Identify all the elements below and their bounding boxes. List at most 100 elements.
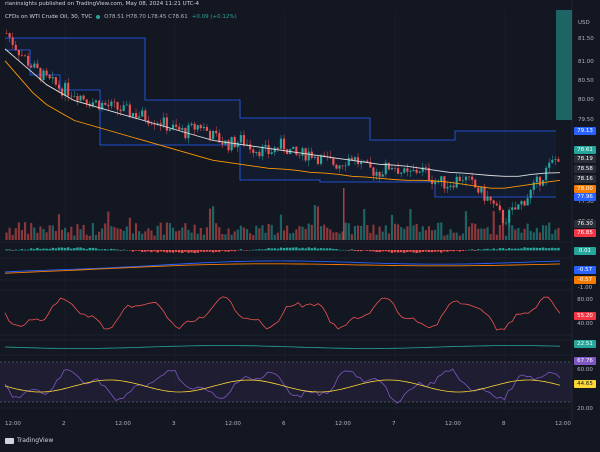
price-tag[interactable]: 77.96 [574,193,596,201]
volume-bar [187,229,190,240]
oscillator-bar [446,250,449,252]
chart-canvas[interactable] [0,0,600,452]
candle-body [242,135,246,146]
volume-bar [17,222,20,240]
oscillator-bar [292,247,295,251]
volume-bar [356,225,360,240]
volume-bar [218,227,221,240]
price-tag[interactable]: 78.16 [574,175,596,183]
oscillator-bar [319,248,323,251]
candle-body [400,172,403,174]
oscillator-bar [329,248,332,251]
oscillator-bar [264,249,267,251]
oscillator-bar [33,249,36,251]
candle-body [252,149,255,153]
candle-body [236,142,239,148]
volume-bar [347,223,350,240]
price-tick-label: 79.50 [578,117,594,123]
volume-bar [381,231,384,240]
price-tag[interactable]: 78.00 [574,185,596,193]
symbol-legend[interactable]: CFDs on WTI Crude Oil, 30, TVC O78.51 H7… [5,14,237,20]
oscillator-bar [489,249,492,251]
candle-body [381,174,384,177]
price-tag[interactable]: 78.61 [574,146,596,154]
volume-bar [363,209,366,240]
oscillator-bar [443,250,446,252]
volume-bar [501,223,505,240]
volume-bar [101,228,104,240]
price-tick-label: 81.00 [578,59,594,65]
volume-bar [159,222,162,240]
oscillator-bar [66,247,70,251]
oscillator-bar [5,249,8,251]
price-tag[interactable]: 78.58 [574,165,596,173]
oscillator-bar [110,248,113,251]
oscillator-bar [73,248,76,251]
oscillator-bar [458,250,462,252]
oscillator-bar [48,248,51,251]
price-tag[interactable]: 79.13 [574,127,596,135]
candle-body [486,196,489,201]
oscillator-bar [162,250,166,252]
candle-body [82,95,85,100]
rsi-band [0,362,572,402]
volume-bar [464,211,468,240]
volume-bar [409,209,412,240]
volume-bar [406,226,409,240]
volume-bar [421,226,424,240]
candle-body [181,128,184,130]
oscillator-bar [190,250,193,253]
candle-body [338,165,341,169]
volume-bar [57,214,61,240]
candle-body [64,82,67,96]
candle-body [363,160,366,162]
candle-body [375,171,378,176]
oscillator-bar [221,250,224,251]
volume-bar [400,227,403,240]
oscillator-bar [557,247,560,251]
price-tag[interactable]: 76.30 [574,220,596,228]
candle-body [313,156,316,158]
oscillator-bar [85,249,88,251]
oscillator-bar [507,248,511,251]
candle-body [138,116,141,118]
candle-body [335,164,338,169]
candle-body [511,207,514,210]
oscillator-bar [427,250,431,253]
oscillator-bar [424,250,428,252]
candle-body [85,99,88,104]
oscillator-bar [399,250,403,253]
price-tag[interactable]: 78.19 [574,155,596,163]
price-tag[interactable]: 76.85 [574,229,596,237]
volume-bar [239,225,242,240]
volume-bar [529,230,532,240]
oscillator-bar [36,247,39,251]
volume-bar [255,225,258,240]
oscillator-bar [449,250,452,252]
oscillator-bar [418,250,421,253]
volume-bar [245,229,249,240]
volume-bar [134,223,138,240]
oscillator-bar [113,249,116,251]
candle-body [67,82,70,96]
volume-bar [520,232,523,240]
oscillator-bar [403,250,406,253]
oscillator-bar [310,248,314,251]
oscillator-bar [103,249,107,251]
volume-bar [446,234,449,240]
oscillator-bar [501,248,505,251]
volume-bar [434,229,437,240]
oscillator-bar [165,250,169,253]
candle-body [517,204,520,210]
volume-bar [316,206,320,240]
oscillator-bar [134,250,138,251]
candle-body [526,198,529,206]
oscillator-bar [467,249,471,251]
volume-bar [224,234,227,240]
volume-bar [467,226,471,240]
symbol-name[interactable]: CFDs on WTI Crude Oil, 30, TVC [5,14,92,20]
candle-body [282,138,286,150]
candle-body [538,176,542,186]
candle-body [27,55,30,66]
oscillator-bar [390,250,394,253]
